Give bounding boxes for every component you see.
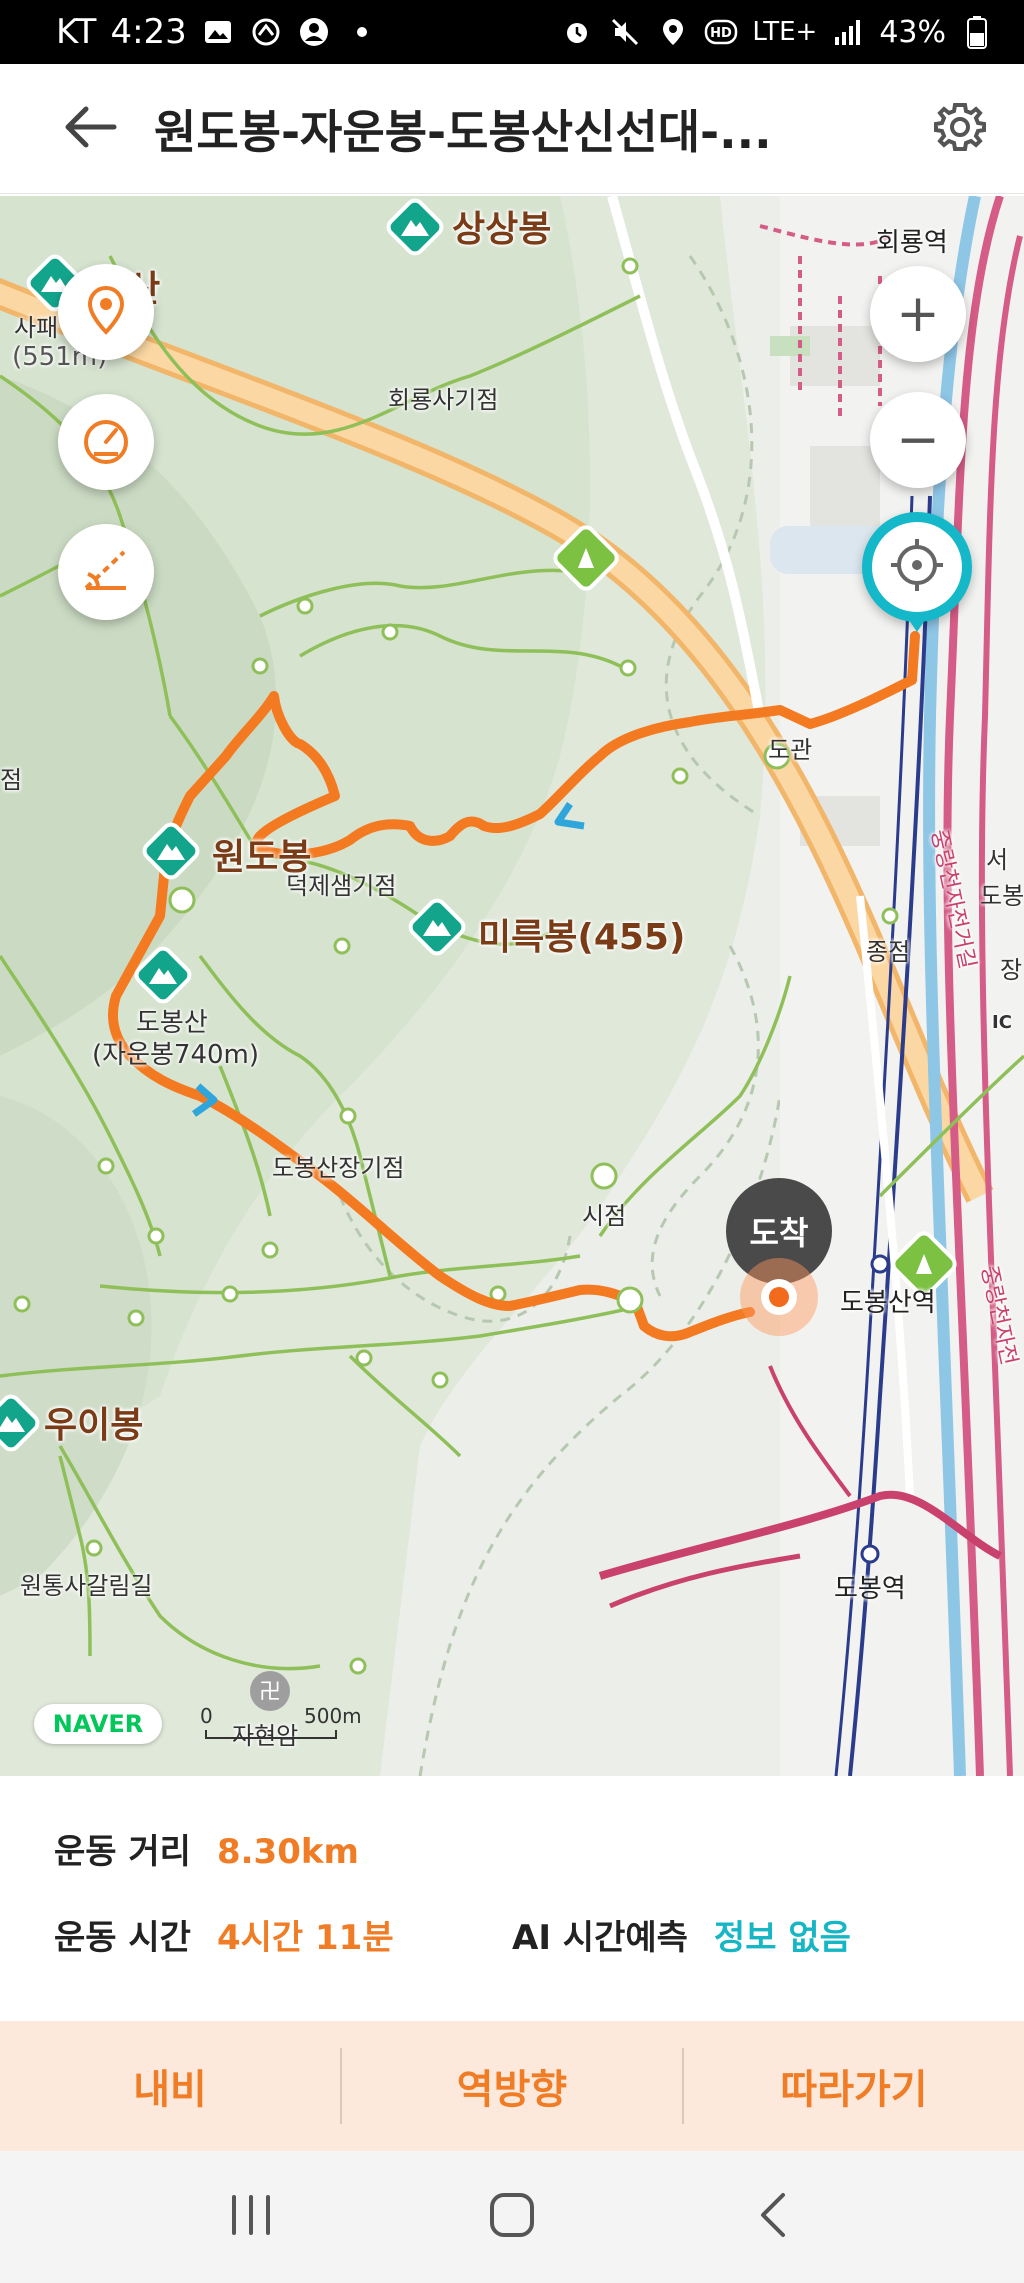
naver-logo: NAVER — [34, 1704, 162, 1744]
slope-icon — [80, 544, 132, 600]
speedometer-icon — [80, 414, 132, 470]
shoe-icon — [249, 15, 283, 49]
back-arrow-icon — [62, 105, 118, 153]
gear-icon — [932, 99, 988, 159]
peak-label-mireukbong: 미륵봉(455) — [478, 917, 686, 958]
map-view[interactable]: 卍 상상봉 재산 사패 (551m) 원도봉 미륵봉(455) 도봉산 (자운봉… — [0, 196, 1024, 1776]
network-type: LTE+ — [752, 17, 818, 47]
system-back-button[interactable] — [713, 2167, 833, 2267]
location-pin-button[interactable] — [58, 264, 154, 360]
dot-icon — [345, 15, 379, 49]
locate-pointer — [905, 614, 929, 632]
hd-icon: HD — [704, 15, 738, 49]
reverse-button[interactable]: 역방향 — [342, 2021, 682, 2151]
time-value: 4시간 11분 — [216, 1918, 394, 1958]
label-jongjeom: 종점 — [866, 938, 911, 966]
zoom-in-button[interactable]: + — [870, 266, 966, 362]
back-icon — [753, 2191, 793, 2243]
crosshair-icon — [889, 537, 945, 597]
label-hoeryongsa: 회룡사기점 — [388, 386, 499, 414]
image-icon — [201, 15, 235, 49]
label-wontong: 원통사갈림길 — [20, 1572, 153, 1600]
time-row: 운동 시간 4시간 11분 — [54, 1910, 394, 1959]
label-dobongsanjang: 도봉산장기점 — [272, 1154, 405, 1182]
mute-icon — [608, 15, 642, 49]
status-bar: KT 4:23 HD LTE+ 43% — [0, 0, 1024, 64]
battery-percent: 43% — [879, 14, 946, 50]
back-button[interactable] — [40, 79, 140, 179]
route-info-card: 운동 거리 8.30km 운동 시간 4시간 11분 AI 시간예측 정보 없음 — [0, 1776, 1024, 2021]
speedometer-button[interactable] — [58, 394, 154, 490]
account-icon — [297, 15, 331, 49]
label-doksaem: 덕제샘기점 — [286, 872, 397, 900]
label-jang: 장 — [1000, 956, 1023, 984]
zoom-out-button[interactable]: − — [870, 392, 966, 488]
peak-label-uibong: 우이봉 — [44, 1405, 144, 1446]
slope-button[interactable] — [58, 524, 154, 620]
ai-prediction-value: 정보 없음 — [713, 1918, 851, 1958]
label-seo: 서 — [986, 846, 1009, 874]
home-button[interactable] — [452, 2167, 572, 2267]
signal-icon — [831, 15, 865, 49]
distance-row: 운동 거리 8.30km — [54, 1824, 359, 1873]
alarm-icon — [560, 15, 594, 49]
sapae-sub-label: 사패 — [14, 314, 59, 342]
recent-apps-button[interactable] — [191, 2167, 311, 2267]
follow-button[interactable]: 따라가기 — [684, 2021, 1024, 2151]
label-hoeryong-station: 회룡역 — [876, 228, 948, 258]
current-location-button[interactable] — [862, 512, 972, 622]
location-icon — [656, 15, 690, 49]
page-title: 원도봉-자운봉-도봉산신선대-... — [154, 104, 772, 159]
settings-button[interactable] — [910, 79, 1010, 179]
peak-marker-sangsang[interactable] — [384, 196, 446, 258]
peak-label-sangsang: 상상봉 — [452, 209, 552, 250]
distance-label: 운동 거리 — [54, 1832, 191, 1872]
peak-marker-dobongsan[interactable] — [132, 944, 194, 1006]
time-label: 운동 시간 — [54, 1918, 191, 1958]
dobongsan-height-label: (자운봉740m) — [92, 1040, 260, 1070]
arrival-pin[interactable] — [740, 1258, 818, 1336]
battery-icon — [960, 15, 994, 49]
location-pin-icon — [84, 284, 128, 340]
label-hoegwan: 도관 — [768, 736, 813, 764]
label-ic: IC — [992, 1012, 1012, 1033]
label-do: 도봉 — [980, 882, 1024, 910]
action-bar: 내비 역방향 따라가기 — [0, 2021, 1024, 2151]
system-nav-bar — [0, 2151, 1024, 2283]
peak-marker-uibong[interactable] — [0, 1392, 42, 1454]
map-scale: 0 500m — [200, 1704, 362, 1744]
home-icon — [488, 2191, 536, 2243]
ai-prediction-label: AI 시간예측 — [512, 1918, 688, 1958]
recent-apps-icon — [226, 2193, 276, 2241]
ai-prediction-row: AI 시간예측 정보 없음 — [512, 1910, 851, 1959]
status-time: 4:23 — [110, 12, 187, 52]
peak-marker-wondobong[interactable] — [140, 820, 202, 882]
navi-button[interactable]: 내비 — [0, 2021, 340, 2151]
label-dobongsan-station: 도봉산역 — [840, 1288, 936, 1318]
app-header: 원도봉-자운봉-도봉산신선대-... — [0, 64, 1024, 194]
carrier: KT — [56, 12, 97, 52]
svg-text:卍: 卍 — [259, 1680, 281, 1705]
peak-marker-mireukbong[interactable] — [406, 896, 468, 958]
svg-text:HD: HD — [710, 26, 732, 41]
label-sijeom: 시점 — [582, 1202, 627, 1230]
label-dobong-station: 도봉역 — [834, 1574, 906, 1604]
distance-value: 8.30km — [216, 1832, 359, 1872]
label-jeom: 점 — [0, 766, 23, 794]
